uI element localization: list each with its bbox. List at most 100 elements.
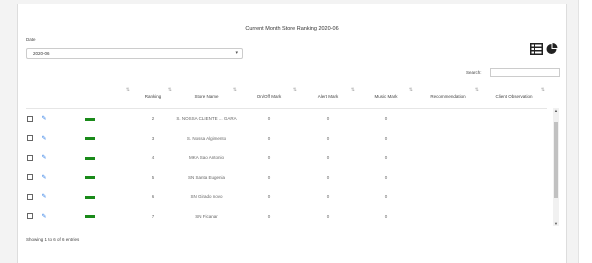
recommendation-cell xyxy=(415,187,481,207)
music-mark-cell: 0 xyxy=(384,155,388,161)
status-bar xyxy=(85,156,95,160)
recommendation-cell xyxy=(415,129,481,149)
store-name-cell: S. Nossa Algimento xyxy=(186,135,227,141)
ranking-panel: Current Month Store Ranking 2020-06 Date… xyxy=(17,4,567,263)
search-label: Search: xyxy=(466,70,482,75)
scroll-up-arrow-icon[interactable]: ▲ xyxy=(553,108,559,113)
client-observation-cell xyxy=(481,168,547,188)
column-header-client-observation[interactable]: Client Observation ⇅ xyxy=(481,84,547,109)
alert-mark-cell: 0 xyxy=(326,213,330,219)
edit-pencil-icon[interactable]: ✎ xyxy=(41,116,46,122)
on-off-mark-cell: 0 xyxy=(267,155,271,161)
table-scrollbar[interactable]: ▲ ▼ xyxy=(553,108,559,226)
edit-pencil-icon[interactable]: ✎ xyxy=(41,194,46,200)
music-mark-cell: 0 xyxy=(384,194,388,200)
ranking-cell: 5 xyxy=(151,174,155,180)
music-mark-cell: 0 xyxy=(384,116,388,122)
status-bar xyxy=(85,176,95,180)
sort-icon: ⇅ xyxy=(167,87,172,93)
ranking-cell: 7 xyxy=(151,213,155,219)
edit-pencil-icon[interactable]: ✎ xyxy=(41,155,46,161)
alert-mark-cell: 0 xyxy=(326,116,330,122)
scrollbar-thumb[interactable] xyxy=(554,122,558,198)
row-checkbox[interactable] xyxy=(27,115,34,122)
recommendation-cell xyxy=(415,148,481,168)
status-bar xyxy=(85,195,95,199)
chevron-down-icon: ▾ xyxy=(235,50,238,56)
music-mark-cell: 0 xyxy=(384,213,388,219)
period-select[interactable]: 2020-06 ▾ xyxy=(26,48,243,59)
pie-chart-icon[interactable] xyxy=(546,43,558,55)
alert-mark-cell: 0 xyxy=(326,174,330,180)
table-row: ✎ 4 MKA Sao Antonio 0 0 0 xyxy=(26,148,547,168)
ranking-cell: 6 xyxy=(151,194,155,200)
status-bar xyxy=(85,215,95,219)
alert-mark-cell: 0 xyxy=(326,194,330,200)
store-name-cell: MKA Sao Antonio xyxy=(188,155,225,161)
ranking-table: ⇅ Ranking ⇅ Store Name ⇅ On/Off Mark ⇅ Aler… xyxy=(26,84,547,226)
ranking-cell: 2 xyxy=(151,116,155,122)
column-header-on-off-mark[interactable]: On/Off Mark ⇅ xyxy=(239,84,299,109)
search-input[interactable] xyxy=(490,68,560,77)
music-mark-cell: 0 xyxy=(384,174,388,180)
store-name-cell: SN Santa Eugenia xyxy=(187,174,226,180)
table-row: ✎ 5 SN Santa Eugenia 0 0 0 xyxy=(26,168,547,188)
on-off-mark-cell: 0 xyxy=(267,213,271,219)
sort-icon: ⇅ xyxy=(350,87,355,93)
on-off-mark-cell: 0 xyxy=(267,135,271,141)
period-label: Date xyxy=(26,37,36,42)
column-header-music-mark[interactable]: Music Mark ⇅ xyxy=(357,84,415,109)
column-header-ranking[interactable]: Ranking ⇅ xyxy=(132,84,174,109)
row-checkbox[interactable] xyxy=(27,193,34,200)
column-header-recommendation[interactable]: Recommendation ⇅ xyxy=(415,84,481,109)
status-bar xyxy=(85,117,95,121)
client-observation-cell xyxy=(481,187,547,207)
on-off-mark-cell: 0 xyxy=(267,116,271,122)
sort-icon: ⇅ xyxy=(540,87,545,93)
sort-icon: ⇅ xyxy=(125,87,130,93)
alert-mark-cell: 0 xyxy=(326,155,330,161)
column-header-select[interactable] xyxy=(26,84,48,109)
status-bar xyxy=(85,137,95,141)
recommendation-cell xyxy=(415,207,481,227)
row-checkbox[interactable] xyxy=(27,135,34,142)
table-row: ✎ 3 S. Nossa Algimento 0 0 0 xyxy=(26,129,547,149)
client-observation-cell xyxy=(481,148,547,168)
row-checkbox[interactable] xyxy=(27,174,34,181)
edit-pencil-icon[interactable]: ✎ xyxy=(41,136,46,142)
sort-icon: ⇅ xyxy=(232,87,237,93)
alert-mark-cell: 0 xyxy=(326,135,330,141)
table-row: ✎ 7 SN Ficanar 0 0 0 xyxy=(26,207,547,227)
client-observation-cell xyxy=(481,207,547,227)
table-row: ✎ 2 S. NOSSA CLIENTE ... GARA 0 0 0 xyxy=(26,109,547,129)
sort-icon: ⇅ xyxy=(292,87,297,93)
edit-pencil-icon[interactable]: ✎ xyxy=(41,214,46,220)
client-observation-cell xyxy=(481,109,547,129)
store-name-cell: S. NOSSA CLIENTE ... GARA xyxy=(176,116,237,122)
table-view-icon[interactable] xyxy=(530,43,543,55)
recommendation-cell xyxy=(415,168,481,188)
on-off-mark-cell: 0 xyxy=(267,194,271,200)
column-header-status[interactable]: ⇅ xyxy=(48,84,132,109)
column-header-alert-mark[interactable]: Alert Mark ⇅ xyxy=(299,84,357,109)
client-observation-cell xyxy=(481,129,547,149)
column-header-store-name[interactable]: Store Name ⇅ xyxy=(174,84,239,109)
window-edge xyxy=(578,0,592,263)
edit-pencil-icon[interactable]: ✎ xyxy=(41,175,46,181)
ranking-cell: 4 xyxy=(151,155,155,161)
on-off-mark-cell: 0 xyxy=(267,174,271,180)
row-checkbox[interactable] xyxy=(27,154,34,161)
ranking-cell: 3 xyxy=(151,135,155,141)
music-mark-cell: 0 xyxy=(384,135,388,141)
table-info: Showing 1 to 6 of 6 entries xyxy=(26,237,80,242)
table-row: ✎ 6 SN Girado novo 0 0 0 xyxy=(26,187,547,207)
page-title: Current Month Store Ranking 2020-06 xyxy=(245,26,339,32)
scroll-down-arrow-icon[interactable]: ▼ xyxy=(553,221,559,226)
view-toggle xyxy=(530,43,558,55)
store-name-cell: SN Ficanar xyxy=(195,213,218,219)
store-name-cell: SN Girado novo xyxy=(190,194,223,200)
sort-icon: ⇅ xyxy=(408,87,413,93)
period-value: 2020-06 xyxy=(33,51,50,56)
row-checkbox[interactable] xyxy=(27,213,34,220)
recommendation-cell xyxy=(415,109,481,129)
